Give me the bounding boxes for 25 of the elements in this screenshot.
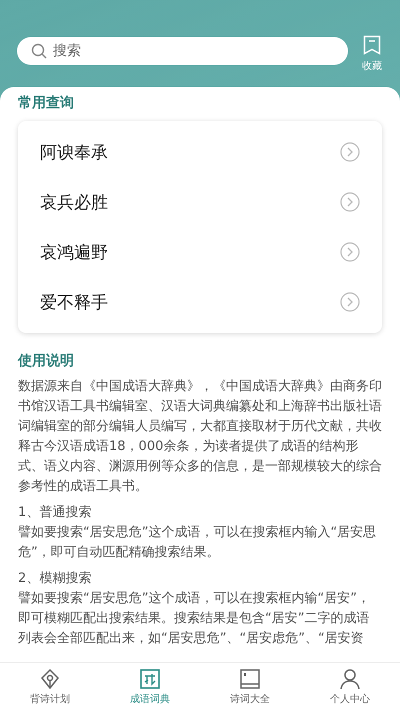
search-field[interactable]: 搜索 [17, 37, 348, 65]
section-title: 常用查询 [18, 94, 75, 113]
section-title: 使用说明 [18, 352, 75, 371]
chevron-icon [340, 192, 360, 212]
instruction-heading: 2、模糊搜索 [18, 570, 92, 588]
person-icon [339, 668, 361, 690]
search-icon [31, 43, 47, 59]
idiom-list-item[interactable]: 哀兵必胜 [18, 177, 382, 227]
instruction-paragraph: 数据源来自《中国成语大辞典》，《中国成语大辞典》由商务印书馆汉语工具书编辑室、汉语大词典编纂处和上海辞书出版社语词编辑室的部分编辑人员编写，大都直接取材于历代文献，共收释古今汉语成语18，000余条，为读者提供了成语的结构形式、语义内容、渊源用例等众多的信息，是一部规模较大的综合参考性的成语工具书。 [18, 378, 382, 496]
tab[interactable]: 诗词大全 [200, 663, 300, 711]
chevron-icon [340, 142, 360, 162]
bookmark-icon [363, 35, 381, 55]
chevron-icon [340, 292, 360, 312]
idiom-list-item[interactable]: 阿谀奉承 [18, 127, 382, 177]
tab[interactable]: 个人中心 [300, 663, 400, 711]
tab[interactable]: 背诗计划 [0, 663, 100, 711]
idiom-list-item[interactable]: 爱不释手 [18, 277, 382, 327]
tab[interactable]: 成语词典 [100, 663, 200, 711]
pen-nib-icon [39, 668, 61, 690]
instruction-heading: 1、普通搜索 [18, 504, 92, 522]
chevron-icon [340, 242, 360, 262]
instruction-paragraph: 譬如要搜索“居安思危”这个成语，可以在搜索框内输入“居安思危”，即可自动匹配精确搜索结果。 [18, 524, 378, 562]
book-icon [239, 668, 261, 690]
idiom-list-item[interactable]: 哀鸿遍野 [18, 227, 382, 277]
instruction-paragraph: 譬如要搜索“居安思危”这个成语，可以在搜索框内输“居安”，即可模糊匹配出搜索结果。搜索结果是包含“居安”二字的成语列表会全部匹配出来，如“居安思危”、“居安虑危”、“居安资 [18, 590, 371, 648]
